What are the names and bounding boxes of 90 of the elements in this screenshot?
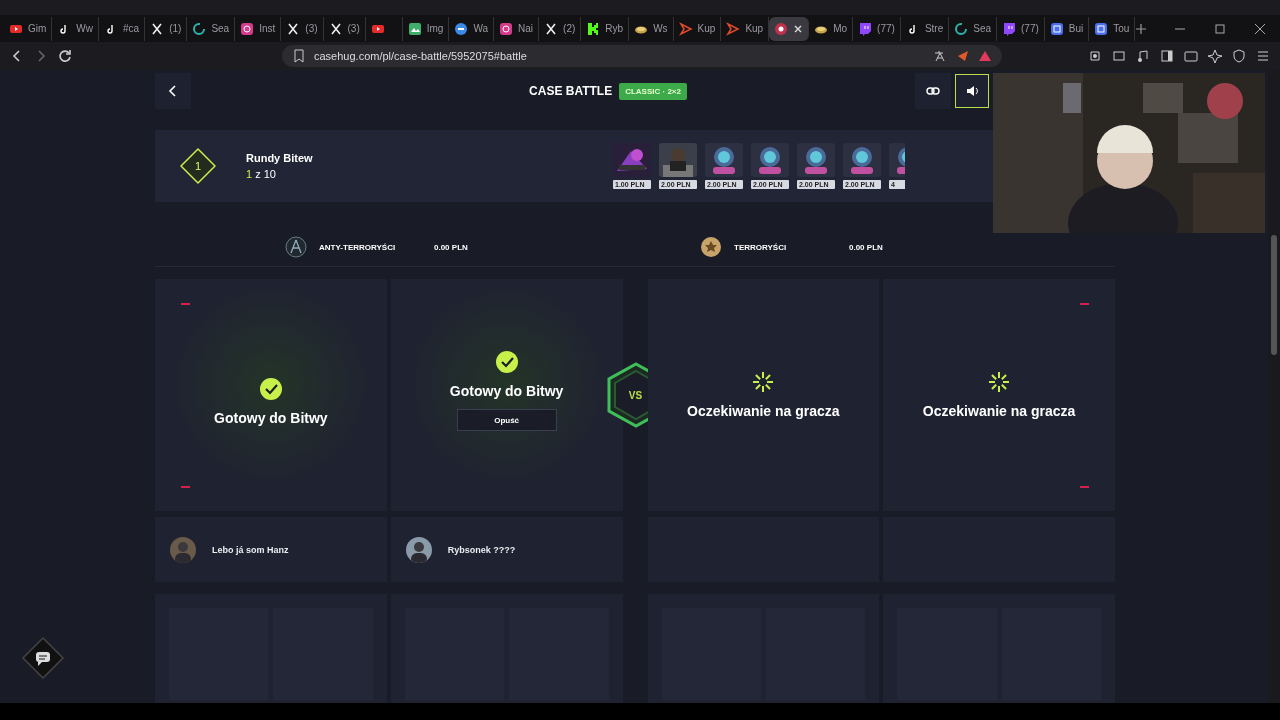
check-icon (495, 351, 518, 373)
slot-status: Gotowy do Bitwy (214, 410, 328, 426)
chat-icon (21, 636, 65, 680)
browser-tab[interactable]: Stre (900, 16, 950, 41)
back-icon (168, 85, 178, 97)
star-emblem-icon (700, 236, 722, 258)
team-name: TERRORYŚCI (734, 242, 788, 252)
arrow-icon (678, 21, 693, 36)
sound-button[interactable] (955, 74, 989, 108)
browser-tab[interactable]: #ca (99, 16, 146, 41)
browser-tab[interactable]: (2) (539, 16, 582, 41)
page-title: CASE BATTLE (529, 84, 613, 98)
mode-badge: CLASSIC · 2×2 (619, 82, 687, 100)
speaker-icon (966, 85, 978, 97)
sparkle-icon[interactable] (1208, 49, 1222, 63)
player-name: Lebo já som Hanz (212, 544, 289, 555)
current-round: 1 (246, 168, 253, 180)
round-number: 1 (194, 160, 202, 172)
browser-tab[interactable]: (3) (281, 16, 324, 41)
reload-icon[interactable] (58, 49, 72, 63)
close-icon[interactable] (1254, 22, 1266, 35)
arrow-icon (726, 21, 741, 36)
browser-tab[interactable]: Ws (629, 16, 674, 41)
spinner-icon (752, 371, 775, 393)
slot-status: Gotowy do Bitwy (449, 383, 564, 399)
slot-status: Oczekiwanie na gracza (687, 403, 840, 419)
team-total: 0.00 PLN (434, 242, 468, 252)
browser-tab[interactable]: Img (402, 16, 450, 41)
browser-tab[interactable]: (3) (323, 16, 366, 41)
back-button[interactable] (155, 73, 191, 109)
check-icon (259, 378, 282, 400)
browser-tab[interactable] (769, 16, 810, 41)
image-icon (407, 21, 422, 36)
address-field[interactable]: casehug.com/pl/case-battle/5952075#battle (282, 45, 1002, 67)
browser-tab[interactable]: (1) (145, 16, 188, 41)
bookmark-icon[interactable] (292, 49, 306, 63)
cross-icon (328, 21, 343, 36)
chat-button[interactable] (21, 636, 65, 680)
chat-bubble-icon (858, 21, 873, 36)
team-total: 0.00 PLN (849, 242, 883, 252)
avatar (405, 536, 432, 563)
browser-tab[interactable]: Sea (949, 16, 997, 41)
ring-icon (954, 21, 969, 36)
diamond-icon (180, 148, 216, 184)
browser-tab[interactable]: Inst (235, 16, 282, 41)
cross-icon (150, 21, 165, 36)
browser-tab[interactable]: Nai (494, 16, 540, 41)
browser-tab[interactable]: Bui (1044, 16, 1090, 41)
browser-tab[interactable]: Mo (809, 16, 854, 41)
k-shape-icon (586, 21, 601, 36)
avatar (170, 536, 196, 563)
chat-bubble-icon (1002, 21, 1016, 36)
browser-tab[interactable]: Ww (52, 16, 99, 41)
browser-tab[interactable]: Wa (449, 16, 495, 41)
round-total: z 10 (255, 168, 276, 180)
plus-icon[interactable] (1135, 22, 1148, 35)
sidebar-icon[interactable] (1160, 49, 1174, 63)
browser-tab[interactable]: (77) (997, 16, 1045, 41)
close-icon[interactable] (793, 23, 804, 34)
vs-label: VS (628, 389, 643, 401)
rounds-title: Rundy Bitew (246, 152, 313, 164)
link-button[interactable] (915, 73, 951, 109)
browser-tab[interactable]: Ryb (581, 16, 630, 41)
browser-tab[interactable]: Tou (1089, 16, 1136, 41)
browser-tab[interactable]: Sea (187, 16, 236, 41)
scrollbar-thumb[interactable] (1271, 235, 1277, 355)
camera-icon (240, 21, 255, 36)
triangle-icon[interactable] (978, 49, 992, 63)
leave-button[interactable]: Opuść (456, 409, 557, 431)
team-name: ANTY-TERRORYŚCI (319, 242, 397, 252)
cross-icon (544, 21, 559, 36)
square-icon (1094, 21, 1109, 36)
ring-icon (192, 21, 207, 36)
slot-status: Oczekiwanie na gracza (922, 403, 1076, 419)
menu-icon[interactable] (1256, 49, 1270, 63)
camera-icon (499, 21, 514, 36)
browser-tab[interactable]: (77) (853, 16, 901, 41)
browser-tab[interactable]: Gim (4, 16, 53, 41)
spinner-icon (988, 371, 1011, 393)
address-text: casehug.com/pl/case-battle/5952075#battle (314, 50, 528, 62)
browser-tab[interactable]: Kup (673, 16, 722, 41)
circle-icon (774, 21, 789, 36)
square-icon (1049, 21, 1064, 36)
wallet-icon[interactable] (1184, 49, 1198, 63)
music-note-icon[interactable] (1136, 49, 1150, 63)
emblem-icon (285, 236, 307, 258)
player-name: Rybsonek ???? (447, 544, 516, 555)
restore-icon[interactable] (1214, 22, 1226, 35)
window-icon[interactable] (1112, 49, 1126, 63)
cross-icon (286, 21, 301, 36)
